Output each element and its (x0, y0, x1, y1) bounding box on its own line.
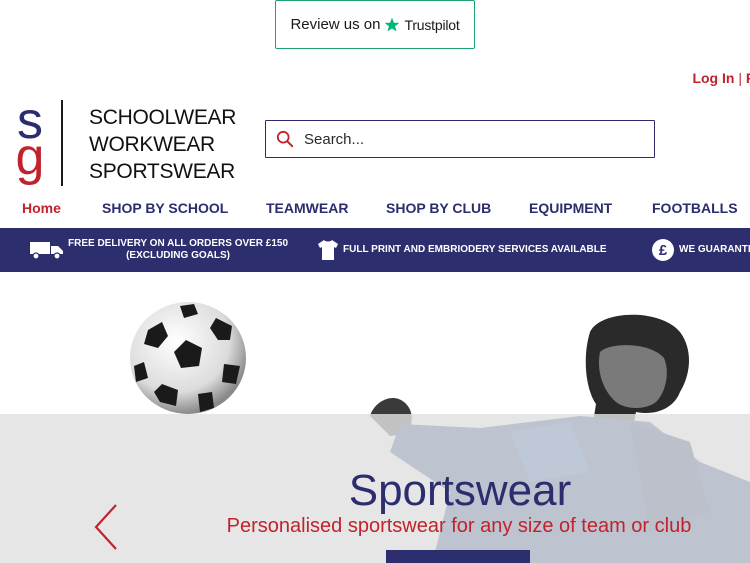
truck-icon (30, 242, 63, 260)
trustpilot-star-icon (385, 17, 400, 32)
logo-line-workwear: WORKWEAR (89, 133, 215, 156)
logo-wordmark: SCHOOLWEAR WORKWEAR SPORTSWEAR (89, 104, 236, 185)
delivery-line-2: (EXCLUDING GOALS) (126, 250, 230, 261)
nav-item-home[interactable]: Home (22, 200, 61, 216)
login-link[interactable]: Log In (692, 70, 734, 86)
register-link[interactable]: R (746, 70, 750, 86)
trustpilot-review-button[interactable]: Review us on Trustpilot (275, 0, 475, 49)
delivery-info: FREE DELIVERY ON ALL ORDERS OVER £150 (E… (30, 228, 288, 272)
hero-cta-button[interactable] (386, 550, 530, 563)
guarantee-text: WE GUARANTE (679, 244, 750, 255)
nav-item-equipment[interactable]: EQUIPMENT (529, 200, 612, 216)
trustpilot-brand: Trustpilot (404, 16, 460, 33)
logo-line-sportswear: SPORTSWEAR (89, 160, 235, 183)
nav-item-teamwear[interactable]: TEAMWEAR (266, 200, 348, 216)
tshirt-icon (318, 240, 338, 260)
nav-item-footballs[interactable]: FOOTBALLS (652, 200, 738, 216)
page: Review us on Trustpilot Log In | R s g S… (0, 0, 750, 563)
logo-line-schoolwear: SCHOOLWEAR (89, 106, 237, 129)
search-input[interactable] (304, 130, 634, 148)
account-links: Log In | R (692, 70, 750, 86)
logo-divider (61, 100, 63, 186)
pound-icon: £ (652, 239, 674, 261)
print-text: FULL PRINT AND EMBRIODERY SERVICES AVAIL… (343, 244, 607, 255)
nav-item-shop-by-club[interactable]: SHOP BY CLUB (386, 200, 491, 216)
slider-prev-arrow-icon[interactable] (92, 503, 120, 551)
delivery-text: FREE DELIVERY ON ALL ORDERS OVER £150 (E… (68, 238, 288, 262)
search-bar[interactable] (265, 120, 655, 158)
print-info: FULL PRINT AND EMBRIODERY SERVICES AVAIL… (317, 228, 607, 272)
info-bar: FREE DELIVERY ON ALL ORDERS OVER £150 (E… (0, 228, 750, 272)
account-separator: | (738, 70, 742, 86)
guarantee-info: £ WE GUARANTE (651, 228, 750, 272)
search-icon[interactable] (276, 130, 294, 148)
trustpilot-prefix: Review us on (290, 16, 381, 33)
football-image (130, 302, 246, 414)
hero-slider: Sportswear Personalised sportswear for a… (0, 272, 750, 563)
main-nav: Home SHOP BY SCHOOL TEAMWEAR SHOP BY CLU… (0, 200, 750, 220)
logo-mark-g: g (16, 128, 45, 186)
svg-text:£: £ (659, 242, 668, 259)
site-logo[interactable]: s g SCHOOLWEAR WORKWEAR SPORTSWEAR (14, 100, 236, 190)
nav-item-shop-by-school[interactable]: SHOP BY SCHOOL (102, 200, 228, 216)
delivery-line-1: FREE DELIVERY ON ALL ORDERS OVER £150 (68, 238, 289, 249)
sg-logo-mark: s g (16, 100, 45, 186)
